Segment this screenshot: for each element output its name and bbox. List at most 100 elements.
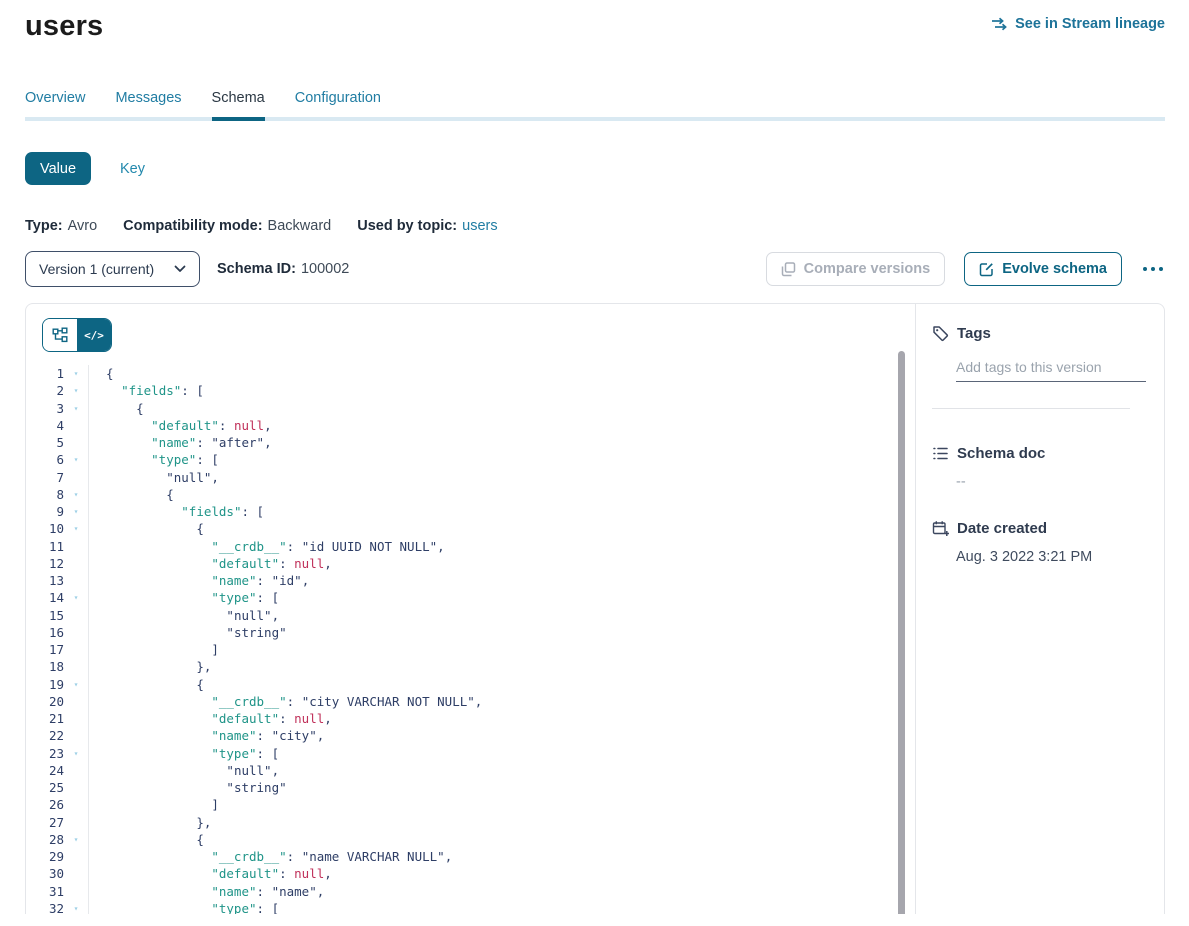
tab-overview[interactable]: Overview: [25, 90, 85, 117]
code-line-content: "name": "id",: [89, 572, 309, 589]
code-line: 31 "name": "name",: [26, 883, 915, 900]
fold-toggle-icon[interactable]: ▾: [64, 676, 88, 693]
code-line: 22 "name": "city",: [26, 727, 915, 744]
fold-toggle-icon[interactable]: ▾: [64, 365, 88, 382]
code-line: 9▾ "fields": [: [26, 503, 915, 520]
more-actions-button[interactable]: [1141, 263, 1165, 275]
fold-toggle-icon[interactable]: ▾: [64, 745, 88, 762]
line-number: 32: [26, 900, 64, 914]
stream-lineage-link[interactable]: See in Stream lineage: [991, 16, 1165, 32]
code-line: 11 "__crdb__": "id UUID NOT NULL",: [26, 538, 915, 555]
fold-toggle-icon[interactable]: ▾: [64, 503, 88, 520]
add-tags-input[interactable]: [956, 359, 1146, 382]
code-line: 13 "name": "id",: [26, 572, 915, 589]
code-line-content: },: [89, 814, 211, 831]
fold-spacer: [64, 693, 88, 710]
code-line-content: {: [89, 520, 204, 537]
code-line-content: },: [89, 658, 211, 675]
type-value: Avro: [68, 218, 98, 234]
fold-toggle-icon[interactable]: ▾: [64, 400, 88, 417]
line-number: 10: [26, 520, 64, 537]
used-by-topic-link[interactable]: users: [462, 218, 497, 234]
tree-view-button[interactable]: [43, 319, 77, 351]
schema-actions: Compare versions Evolve schema: [766, 252, 1165, 286]
fold-toggle-icon[interactable]: ▾: [64, 451, 88, 468]
stream-lineage-icon: [991, 17, 1008, 31]
tab-configuration[interactable]: Configuration: [295, 90, 381, 117]
tab-schema[interactable]: Schema: [212, 90, 265, 121]
list-icon: [932, 445, 949, 462]
code-line: 7 "null",: [26, 469, 915, 486]
code-line: 8▾ {: [26, 486, 915, 503]
line-number: 30: [26, 865, 64, 882]
code-line-content: "type": [: [89, 451, 219, 468]
schema-id-label: Schema ID:: [217, 261, 296, 277]
schema-code[interactable]: 1▾{2▾ "fields": [3▾ {4 "default": null,5…: [26, 365, 915, 914]
editor-scrollbar[interactable]: [898, 351, 905, 914]
code-line-content: "type": [: [89, 900, 279, 914]
schema-sidebar: Tags Schema doc: [915, 304, 1164, 914]
line-number: 18: [26, 658, 64, 675]
code-view-icon: </>: [84, 329, 104, 342]
tag-icon: [932, 325, 949, 342]
code-line-content: {: [89, 486, 174, 503]
code-line-content: "type": [: [89, 589, 279, 606]
schema-id-value: 100002: [301, 261, 349, 277]
line-number: 17: [26, 641, 64, 658]
line-number: 21: [26, 710, 64, 727]
code-line: 20 "__crdb__": "city VARCHAR NOT NULL",: [26, 693, 915, 710]
tab-bar: Overview Messages Schema Configuration: [25, 90, 1165, 121]
line-number: 27: [26, 814, 64, 831]
edit-icon: [979, 262, 994, 277]
code-line-content: "name": "city",: [89, 727, 324, 744]
fold-toggle-icon[interactable]: ▾: [64, 831, 88, 848]
code-line-content: "default": null,: [89, 417, 272, 434]
code-view-button[interactable]: </>: [77, 319, 111, 351]
chevron-down-icon: [174, 265, 186, 273]
compatibility-label: Compatibility mode:: [123, 218, 262, 234]
compare-versions-label: Compare versions: [804, 261, 931, 277]
code-line: 29 "__crdb__": "name VARCHAR NULL",: [26, 848, 915, 865]
fold-spacer: [64, 848, 88, 865]
line-number: 28: [26, 831, 64, 848]
line-number: 9: [26, 503, 64, 520]
line-number: 14: [26, 589, 64, 606]
tab-messages[interactable]: Messages: [115, 90, 181, 117]
key-toggle-button[interactable]: Key: [105, 152, 160, 185]
fold-toggle-icon[interactable]: ▾: [64, 382, 88, 399]
fold-toggle-icon[interactable]: ▾: [64, 589, 88, 606]
code-line-content: "__crdb__": "city VARCHAR NOT NULL",: [89, 693, 482, 710]
tags-section: Tags: [932, 325, 1146, 409]
schema-panel: </> 1▾{2▾ "fields": [3▾ {4 "default": nu…: [25, 303, 1165, 914]
fold-spacer: [64, 555, 88, 572]
code-line-content: "default": null,: [89, 555, 332, 572]
compare-versions-button[interactable]: Compare versions: [766, 252, 946, 286]
code-line: 16 "string": [26, 624, 915, 641]
value-toggle-button[interactable]: Value: [25, 152, 91, 185]
code-line-content: "name": "after",: [89, 434, 272, 451]
version-bar: Version 1 (current) Schema ID: 100002 Co…: [25, 251, 1165, 287]
line-number: 25: [26, 779, 64, 796]
fold-toggle-icon[interactable]: ▾: [64, 520, 88, 537]
type-pair: Type: Avro: [25, 218, 97, 234]
fold-spacer: [64, 624, 88, 641]
fold-spacer: [64, 607, 88, 624]
version-select[interactable]: Version 1 (current): [25, 251, 200, 287]
fold-spacer: [64, 469, 88, 486]
compatibility-pair: Compatibility mode: Backward: [123, 218, 331, 234]
line-number: 12: [26, 555, 64, 572]
code-line: 19▾ {: [26, 676, 915, 693]
code-line: 21 "default": null,: [26, 710, 915, 727]
line-number: 11: [26, 538, 64, 555]
line-number: 2: [26, 382, 64, 399]
line-number: 1: [26, 365, 64, 382]
fold-spacer: [64, 883, 88, 900]
schema-doc-heading: Schema doc: [957, 445, 1045, 462]
evolve-schema-button[interactable]: Evolve schema: [964, 252, 1122, 286]
fold-toggle-icon[interactable]: ▾: [64, 900, 88, 914]
code-line: 14▾ "type": [: [26, 589, 915, 606]
schema-page: users See in Stream lineage Overview Mess…: [0, 10, 1189, 914]
code-line: 15 "null",: [26, 607, 915, 624]
code-line: 6▾ "type": [: [26, 451, 915, 468]
fold-toggle-icon[interactable]: ▾: [64, 486, 88, 503]
